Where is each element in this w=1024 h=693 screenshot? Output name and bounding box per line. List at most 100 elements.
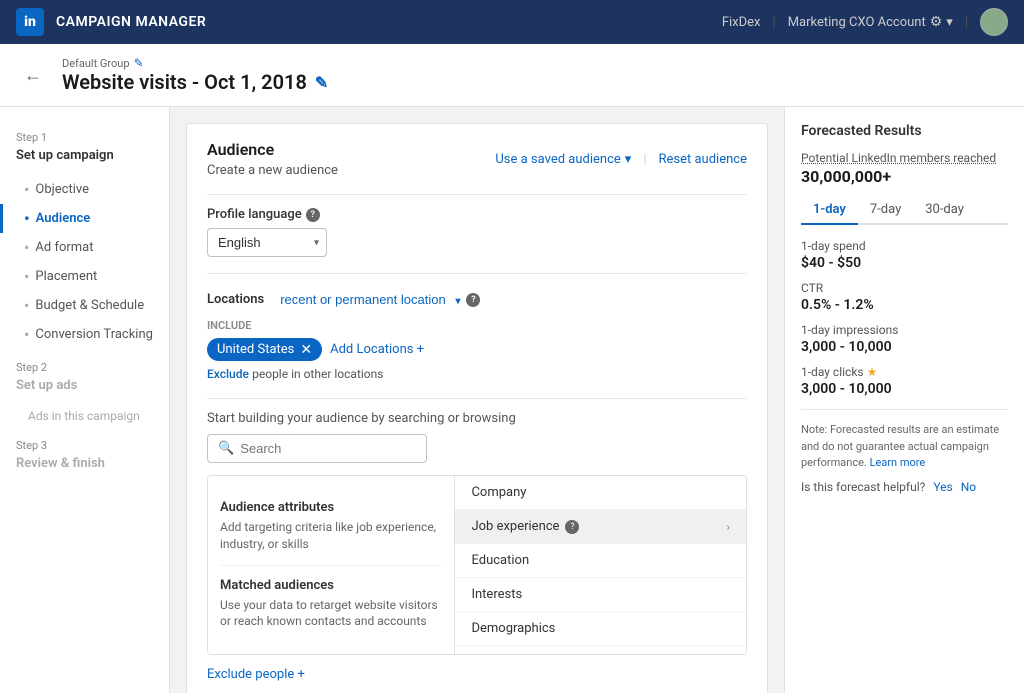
linkedin-logo: in [16, 8, 44, 36]
audience-attributes-section: Audience attributes Add targeting criter… [220, 488, 442, 566]
profile-language-section: Profile language ? English French German… [207, 207, 747, 257]
step2-label: Step 2 [16, 361, 153, 374]
location-tag-us: United States ✕ [207, 338, 322, 361]
step3-label: Step 3 [16, 439, 153, 452]
user-avatar[interactable] [980, 8, 1008, 36]
spend-metric: 1-day spend $40 - $50 [801, 239, 1008, 271]
profile-language-help-icon[interactable]: ? [306, 208, 320, 222]
browse-item-demographics[interactable]: Demographics [455, 612, 746, 646]
helpful-row: Is this forecast helpful? Yes No [801, 480, 1008, 494]
clicks-label: 1-day clicks ★ [801, 365, 1008, 379]
step3-title: Review & finish [16, 456, 153, 471]
sidebar-item-audience[interactable]: Audience [0, 204, 169, 233]
star-icon: ★ [867, 365, 878, 379]
page-title: Website visits - Oct 1, 2018 ✎ [62, 70, 328, 94]
impressions-metric: 1-day impressions 3,000 - 10,000 [801, 323, 1008, 355]
search-section: Start building your audience by searchin… [207, 411, 747, 463]
browse-left-panel: Audience attributes Add targeting criter… [208, 476, 455, 654]
tab-7day[interactable]: 7-day [858, 196, 913, 225]
exclude-locations-row: Exclude people in other locations [207, 367, 747, 382]
reset-audience-button[interactable]: Reset audience [659, 152, 748, 167]
audience-card: Audience Create a new audience Use a sav… [186, 123, 768, 693]
title-edit-icon[interactable]: ✎ [315, 73, 328, 92]
browse-item-interests[interactable]: Interests [455, 578, 746, 612]
impressions-value: 3,000 - 10,000 [801, 339, 1008, 355]
browse-item-company[interactable]: Company [455, 476, 746, 510]
remove-location-button[interactable]: ✕ [300, 343, 312, 357]
exclude-link[interactable]: Exclude [207, 367, 249, 381]
location-help-icon[interactable]: ? [466, 293, 480, 307]
language-select[interactable]: English French German Spanish [207, 228, 327, 257]
language-select-wrapper: English French German Spanish ▾ [207, 228, 327, 257]
audience-browse-panel: Audience attributes Add targeting criter… [207, 475, 747, 655]
nav-divider-2: | [965, 15, 968, 30]
exclude-people-button[interactable]: Exclude people + [207, 667, 747, 682]
locations-section: Locations recent or permanent location p… [207, 286, 747, 382]
clicks-metric: 1-day clicks ★ 3,000 - 10,000 [801, 365, 1008, 397]
no-button[interactable]: No [961, 480, 976, 494]
job-experience-help-icon[interactable]: ? [565, 520, 579, 534]
step1-title: Set up campaign [16, 148, 153, 163]
locations-label: Locations recent or permanent location p… [207, 286, 747, 313]
step2-title: Set up ads [16, 378, 153, 393]
sidebar: Step 1 Set up campaign Objective Audienc… [0, 107, 170, 693]
forecast-note: Note: Forecasted results are an estimate… [801, 422, 1008, 472]
sidebar-item-ads[interactable]: Ads in this campaign [0, 405, 169, 427]
potential-members-metric: Potential LinkedIn members reached 30,00… [801, 151, 1008, 186]
spend-value: $40 - $50 [801, 255, 1008, 271]
profile-language-label: Profile language ? [207, 207, 747, 222]
back-button[interactable]: ← [20, 61, 46, 90]
create-new-label: Create a new audience [207, 163, 338, 178]
browse-right-panel: Company Job experience ? › Education Int… [455, 476, 746, 654]
nav-divider: | [773, 15, 776, 30]
chevron-down-icon: ▾ [946, 15, 953, 30]
browse-item-job-experience[interactable]: Job experience ? › [455, 510, 746, 544]
gear-icon[interactable]: ⚙ [930, 14, 943, 30]
content-area: Audience Create a new audience Use a sav… [170, 107, 784, 693]
matched-audiences-title: Matched audiences [220, 578, 442, 593]
top-navigation: in CAMPAIGN MANAGER FixDex | Marketing C… [0, 0, 1024, 44]
matched-audiences-section: Matched audiences Use your data to retar… [220, 566, 442, 643]
impressions-label: 1-day impressions [801, 323, 1008, 337]
forecast-learn-more-link[interactable]: Learn more [870, 456, 926, 469]
account-name[interactable]: FixDex [722, 15, 761, 30]
sidebar-item-conversion[interactable]: Conversion Tracking [0, 320, 169, 349]
breadcrumb: Default Group ✎ [62, 56, 328, 70]
breadcrumb-edit-icon[interactable]: ✎ [134, 56, 144, 70]
potential-members-value: 30,000,000+ [801, 167, 1008, 186]
tab-30day[interactable]: 30-day [913, 196, 976, 225]
ctr-metric: CTR 0.5% - 1.2% [801, 281, 1008, 313]
use-saved-audience-button[interactable]: Use a saved audience ▾ [495, 152, 631, 167]
app-title: CAMPAIGN MANAGER [56, 14, 206, 30]
tab-1day[interactable]: 1-day [801, 196, 858, 225]
clicks-value: 3,000 - 10,000 [801, 381, 1008, 397]
ctr-label: CTR [801, 281, 1008, 295]
include-label: INCLUDE [207, 319, 747, 332]
marketing-account[interactable]: Marketing CXO Account ⚙ ▾ [788, 14, 953, 30]
forecast-title: Forecasted Results [801, 123, 1008, 139]
spend-label: 1-day spend [801, 239, 1008, 253]
search-icon: 🔍 [218, 441, 234, 456]
audience-section-title: Audience [207, 140, 338, 159]
step1-label: Step 1 [16, 131, 153, 144]
sidebar-item-budget[interactable]: Budget & Schedule [0, 291, 169, 320]
right-panel: Forecasted Results Potential LinkedIn me… [784, 107, 1024, 693]
chevron-down-icon: ▾ [625, 152, 632, 167]
audience-attributes-desc: Add targeting criteria like job experien… [220, 519, 442, 553]
day-tabs: 1-day 7-day 30-day [801, 196, 1008, 225]
sidebar-item-objective[interactable]: Objective [0, 175, 169, 204]
location-tags: United States ✕ Add Locations + [207, 338, 747, 361]
ctr-value: 0.5% - 1.2% [801, 297, 1008, 313]
nav-divider-3: | [643, 152, 646, 167]
audience-attributes-title: Audience attributes [220, 500, 442, 515]
browse-item-education[interactable]: Education [455, 544, 746, 578]
yes-button[interactable]: Yes [933, 480, 952, 494]
location-type-select[interactable]: recent or permanent location permanent l… [270, 286, 460, 313]
search-input[interactable] [240, 441, 416, 456]
chevron-right-icon: › [726, 520, 730, 534]
page-header: ← Default Group ✎ Website visits - Oct 1… [0, 44, 1024, 107]
sidebar-item-placement[interactable]: Placement [0, 262, 169, 291]
exclude-text: people in other locations [252, 367, 383, 381]
sidebar-item-adformat[interactable]: Ad format [0, 233, 169, 262]
add-locations-button[interactable]: Add Locations + [330, 342, 424, 357]
